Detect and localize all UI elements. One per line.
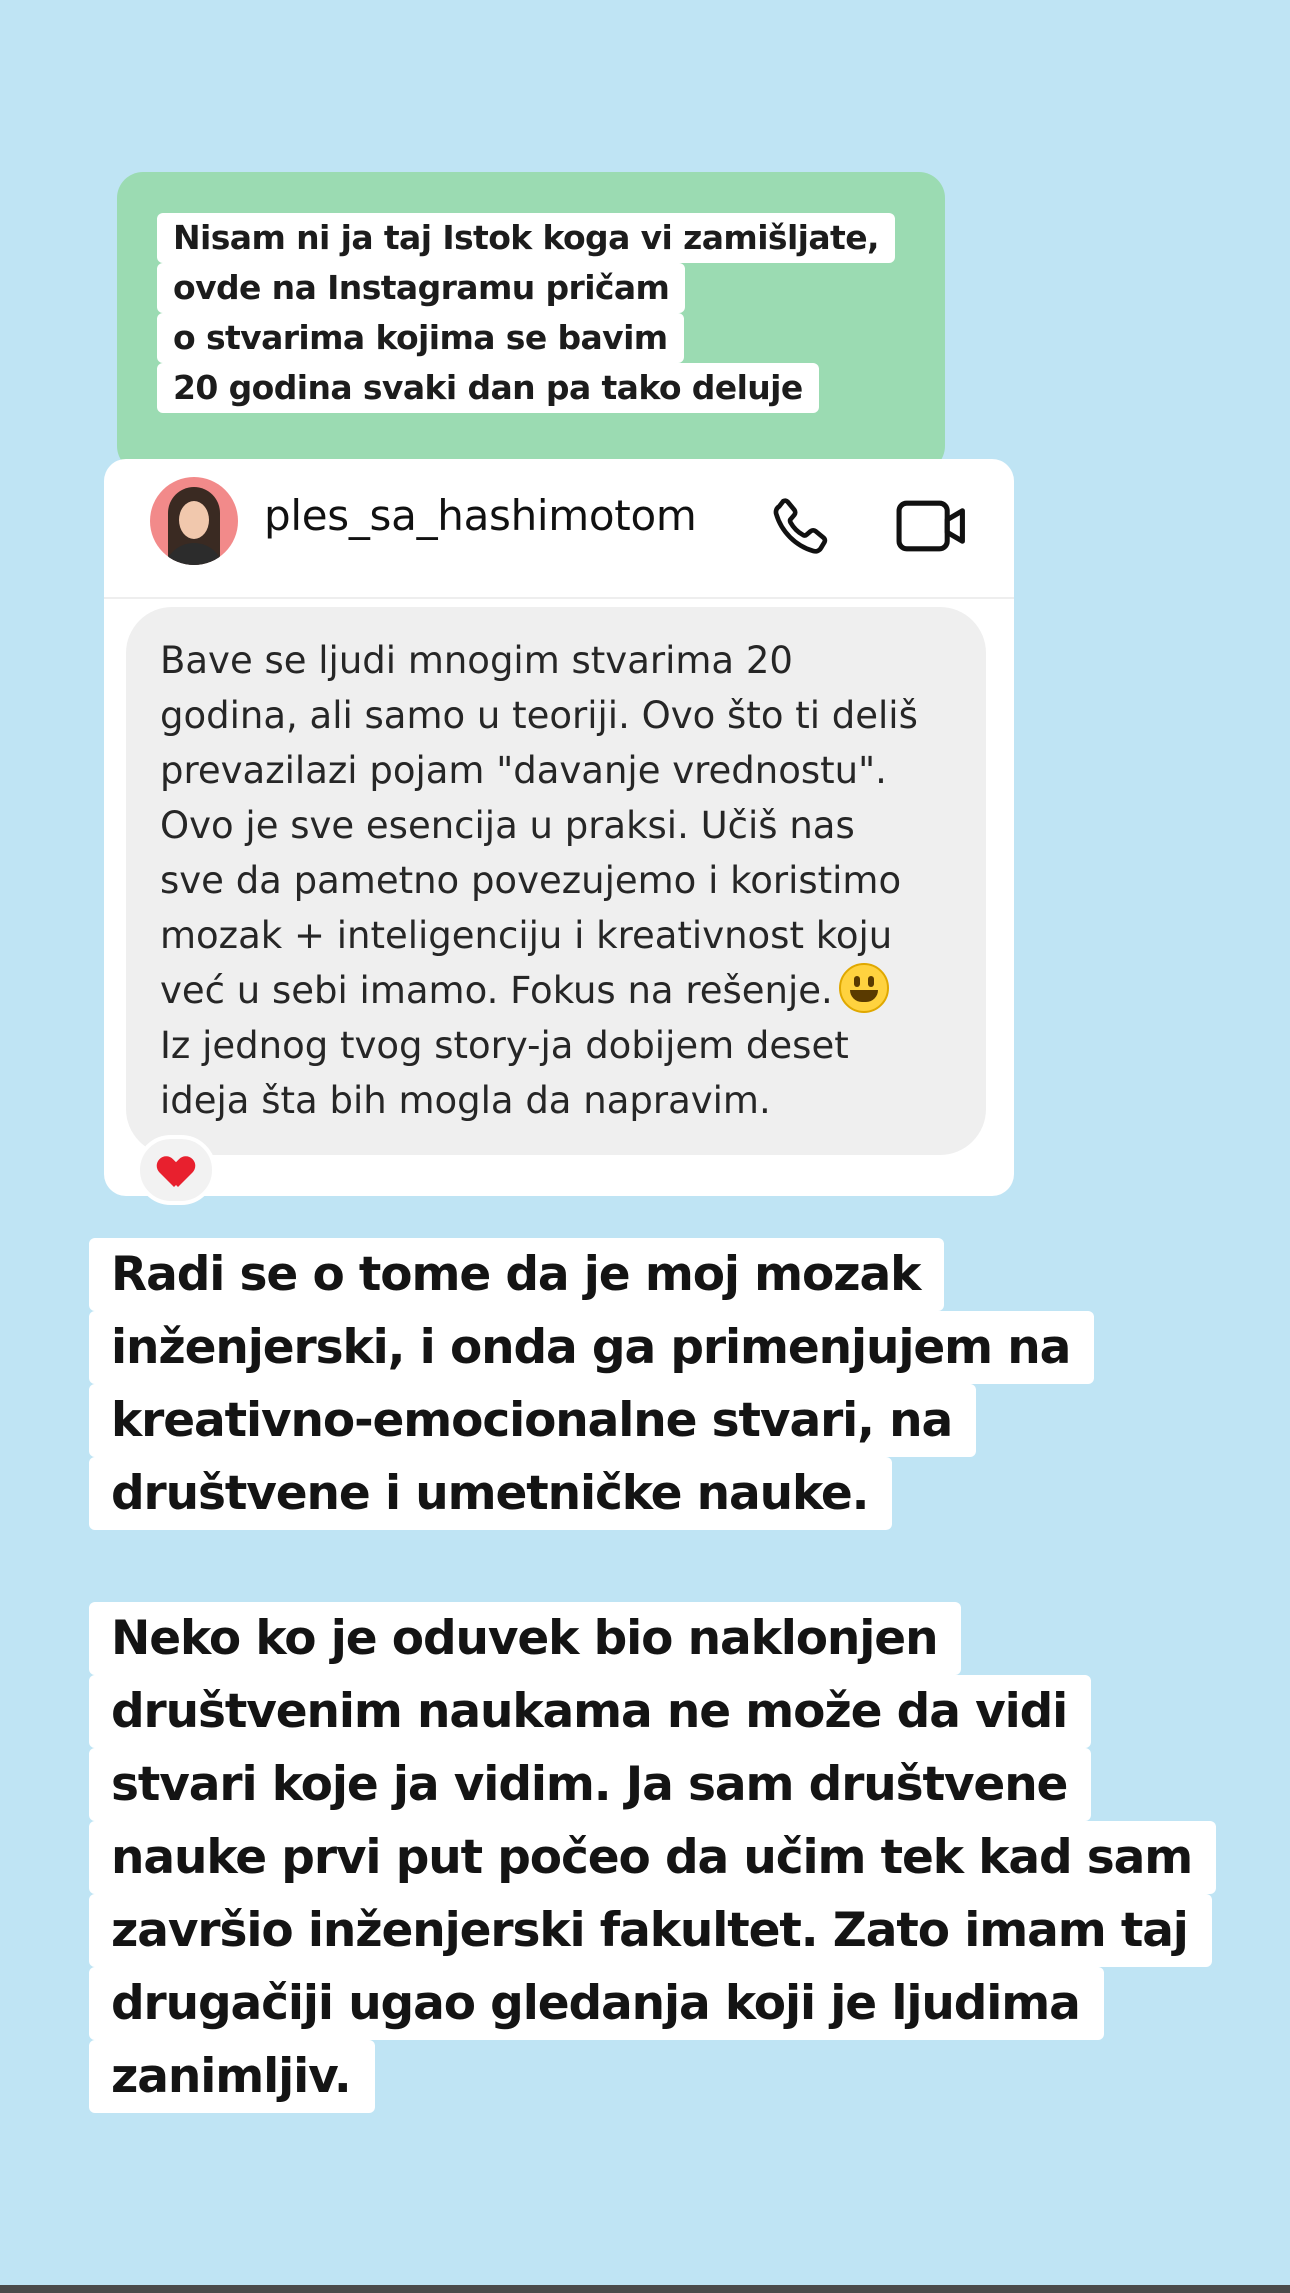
- heart-reaction[interactable]: [136, 1135, 216, 1205]
- caption-line: zanimljiv.: [89, 2040, 375, 2113]
- caption-line: stvari koje ja vidim. Ja sam društvene: [89, 1748, 1092, 1821]
- caption-line: društvene i umetničke nauke.: [89, 1457, 893, 1530]
- smiley-emoji-icon: [838, 963, 889, 1013]
- heart-icon: [159, 1157, 193, 1187]
- caption-line: društvenim naukama ne može da vidi: [89, 1675, 1092, 1748]
- caption-line: drugačiji ugao gledanja koji je ljudima: [89, 1967, 1104, 2040]
- message-bubble: Bave se ljudi mnogim stvarima 20 godina,…: [126, 607, 986, 1155]
- message-text-part: Bave se ljudi mnogim stvarima 20 godina,…: [160, 639, 918, 1012]
- top-caption-line: o stvarima kojima se bavim: [157, 313, 684, 363]
- dm-screenshot-card: ples_sa_hashimotom Bave se ljudi mnogim …: [104, 459, 1014, 1205]
- caption-line: Radi se o tome da je moj mozak: [89, 1238, 945, 1311]
- caption-block-2: Neko ko je oduvek bio naklonjen društven…: [89, 1602, 1217, 2113]
- top-caption: Nisam ni ja taj Istok koga vi zamišljate…: [157, 213, 895, 413]
- caption-line: nauke prvi put počeo da učim tek kad sam: [89, 1821, 1217, 1894]
- caption-block-1: Radi se o tome da je moj mozak inženjers…: [89, 1238, 1095, 1530]
- bottom-edge: [0, 2285, 1290, 2293]
- caption-line: Neko ko je oduvek bio naklonjen: [89, 1602, 962, 1675]
- top-caption-line: Nisam ni ja taj Istok koga vi zamišljate…: [157, 213, 895, 263]
- top-caption-line: ovde na Instagramu pričam: [157, 263, 686, 313]
- top-caption-line: 20 godina svaki dan pa tako deluje: [157, 363, 819, 413]
- caption-line: inženjerski, i onda ga primenjujem na: [89, 1311, 1095, 1384]
- message-text: Bave se ljudi mnogim stvarima 20 godina,…: [160, 633, 980, 1128]
- caption-line: završio inženjerski fakultet. Zato imam …: [89, 1894, 1212, 1967]
- caption-line: kreativno-emocionalne stvari, na: [89, 1384, 977, 1457]
- avatar-face: [179, 501, 209, 539]
- video-camera-icon[interactable]: [894, 495, 970, 557]
- message-text-part: Iz jednog tvog story-ja dobijem deset id…: [160, 1024, 849, 1122]
- dm-header: ples_sa_hashimotom: [104, 459, 1014, 599]
- profile-avatar[interactable]: [150, 477, 238, 565]
- dm-username[interactable]: ples_sa_hashimotom: [264, 491, 697, 540]
- phone-icon[interactable]: [764, 493, 834, 563]
